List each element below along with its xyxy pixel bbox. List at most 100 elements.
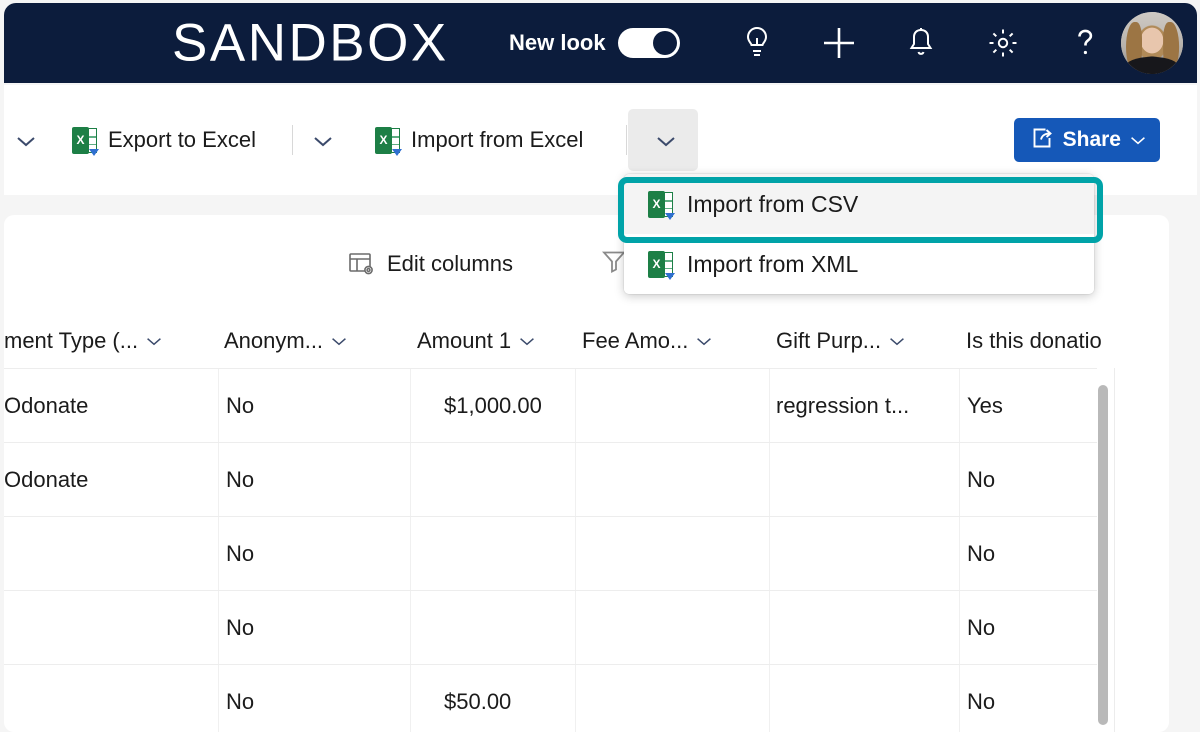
chevron-down-icon[interactable]	[331, 337, 346, 345]
cell-gift-purpose: regression t...	[776, 393, 910, 418]
export-to-excel-button[interactable]: X Export to Excel	[66, 119, 262, 161]
cell-anonymous: No	[226, 393, 255, 418]
chevron-down-icon[interactable]	[519, 337, 535, 345]
cell-divider	[769, 517, 770, 590]
cell-divider	[218, 517, 219, 590]
cell-payment-type: Odonate	[4, 393, 89, 418]
column-header-label: ment Type (...	[4, 327, 139, 353]
excel-icon: X	[648, 250, 675, 280]
cell-divider	[769, 591, 770, 664]
plus-icon[interactable]	[798, 3, 880, 83]
table-row[interactable]: No $50.00 No	[4, 664, 1097, 732]
menu-item-label: Import from CSV	[687, 190, 859, 217]
app-root: SANDBOX New look X Export to Excel X Imp…	[0, 0, 1200, 732]
chevron-down-icon[interactable]	[696, 337, 712, 345]
cell-divider	[959, 369, 960, 442]
top-navigation-bar: SANDBOX New look	[4, 3, 1197, 83]
cell-is-this-donation: No	[967, 615, 996, 640]
cell-divider	[575, 443, 576, 516]
export-to-excel-label: Export to Excel	[108, 127, 256, 152]
column-header-gift-purpose[interactable]: Gift Purp...	[776, 313, 905, 368]
gear-icon[interactable]	[962, 3, 1044, 83]
cell-divider	[959, 591, 960, 664]
edit-columns-icon	[349, 252, 375, 276]
table-row[interactable]: No No	[4, 590, 1097, 664]
excel-icon: X	[375, 126, 402, 156]
cell-divider	[959, 443, 960, 516]
bell-icon[interactable]	[880, 3, 962, 83]
cell-divider	[410, 517, 411, 590]
cell-is-this-donation: No	[967, 541, 996, 566]
new-look-toggle-group[interactable]: New look	[509, 28, 680, 58]
cell-amount-1: $1,000.00	[444, 393, 542, 418]
share-button[interactable]: Share	[1013, 118, 1160, 162]
excel-icon: X	[72, 126, 99, 156]
column-header-label: Fee Amo...	[582, 327, 689, 353]
column-header-fee-amount[interactable]: Fee Amo...	[582, 313, 712, 368]
column-header-label: Amount 1	[417, 327, 512, 353]
cell-divider	[410, 369, 411, 442]
cell-anonymous: No	[226, 689, 255, 714]
cell-divider	[218, 665, 219, 732]
import-from-excel-caret[interactable]	[628, 109, 698, 171]
cell-is-this-donation: No	[967, 467, 996, 492]
toolbar-divider-1	[292, 125, 293, 155]
vertical-scrollbar[interactable]	[1098, 385, 1108, 725]
share-label: Share	[1062, 128, 1121, 151]
menu-item-import-from-xml[interactable]: X Import from XML	[624, 234, 1094, 294]
edit-columns-button[interactable]: Edit columns	[349, 251, 513, 277]
grid-right-edge	[1114, 368, 1115, 732]
new-look-switch[interactable]	[617, 28, 680, 58]
column-header-amount-1[interactable]: Amount 1	[417, 313, 535, 368]
user-avatar[interactable]	[1121, 12, 1183, 74]
cell-divider	[218, 591, 219, 664]
table-row[interactable]: Odonate No $1,000.00 regression t... Yes	[4, 368, 1097, 442]
column-header-label: Gift Purp...	[776, 327, 882, 353]
cell-divider	[218, 443, 219, 516]
menu-item-label: Import from XML	[687, 250, 859, 277]
cell-divider	[575, 591, 576, 664]
column-header-label: Is this donatio	[966, 327, 1102, 353]
cell-divider	[575, 369, 576, 442]
column-header-anonymous[interactable]: Anonym...	[224, 313, 346, 368]
import-from-excel-label: Import from Excel	[411, 127, 584, 152]
chevron-down-icon[interactable]	[146, 337, 162, 345]
table-row[interactable]: No No	[4, 516, 1097, 590]
share-icon	[1030, 126, 1054, 155]
cell-divider	[410, 443, 411, 516]
toolbar-overflow-chevron[interactable]	[4, 120, 42, 160]
cell-anonymous: No	[226, 615, 255, 640]
cell-divider	[410, 665, 411, 732]
menu-item-import-from-csv[interactable]: X Import from CSV	[624, 174, 1094, 234]
cell-divider	[218, 369, 219, 442]
column-header-label: Anonym...	[224, 327, 324, 353]
cell-divider	[410, 591, 411, 664]
cell-is-this-donation: Yes	[967, 393, 1003, 418]
export-to-excel-caret[interactable]	[301, 119, 339, 161]
column-header-payment-type[interactable]: ment Type (...	[4, 313, 162, 368]
cell-divider	[769, 665, 770, 732]
cell-divider	[959, 665, 960, 732]
cell-divider	[959, 517, 960, 590]
cell-divider	[769, 443, 770, 516]
top-nav-icon-group	[716, 3, 1126, 83]
share-caret-icon[interactable]	[1130, 136, 1145, 145]
cell-divider	[575, 517, 576, 590]
app-brand-title: SANDBOX	[172, 13, 449, 73]
table-row[interactable]: Odonate No No	[4, 442, 1097, 516]
cell-divider	[575, 665, 576, 732]
cell-divider	[769, 369, 770, 442]
help-icon[interactable]	[1044, 3, 1126, 83]
switch-knob	[652, 31, 677, 55]
import-dropdown-menu: X Import from CSV X Import from XML	[624, 174, 1094, 294]
toolbar-divider-2	[626, 125, 627, 155]
grid-body: Odonate No $1,000.00 regression t... Yes…	[4, 368, 1169, 732]
import-from-excel-button[interactable]: X Import from Excel	[369, 119, 589, 161]
new-look-label: New look	[509, 30, 606, 55]
lightbulb-icon[interactable]	[716, 3, 798, 83]
column-header-is-this-donation[interactable]: Is this donatio	[966, 313, 1102, 368]
chevron-down-icon[interactable]	[889, 337, 905, 345]
cell-anonymous: No	[226, 541, 255, 566]
edit-columns-label: Edit columns	[387, 251, 513, 276]
cell-payment-type: Odonate	[4, 467, 89, 492]
